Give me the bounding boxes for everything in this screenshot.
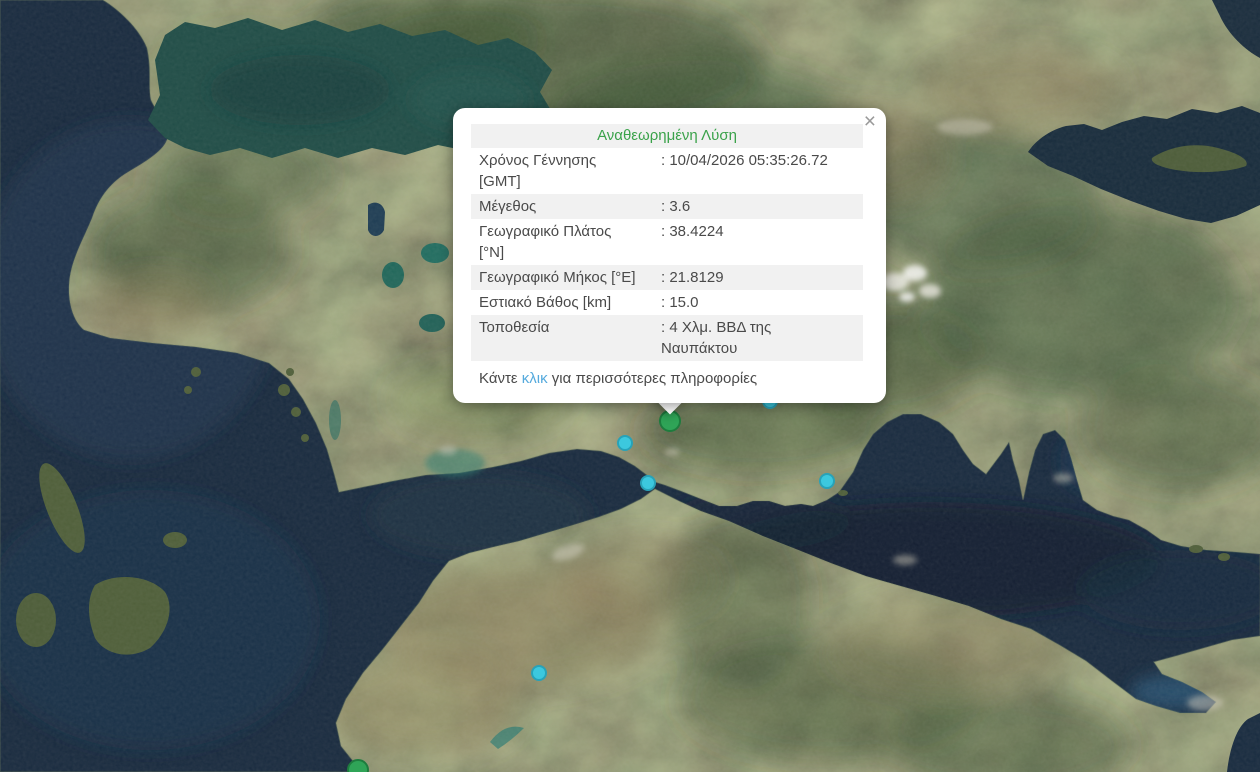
row-label: Μέγεθος: [479, 198, 537, 215]
popup-row-origin-time: Χρόνος Γέννησης [GMT] : 10/04/2026 05:35…: [471, 148, 863, 194]
row-label: Τοποθεσία: [479, 319, 550, 336]
popup-row-longitude: Γεωγραφικό Μήκος [°E] : 21.8129: [471, 265, 863, 290]
popup-footer: Κάντε κλικ για περισσότερες πληροφορίες: [471, 361, 863, 391]
footer-text-prefix: Κάντε: [479, 370, 522, 387]
more-info-link[interactable]: κλικ: [522, 370, 548, 387]
earthquake-info-popup: × Αναθεωρημένη Λύση Χρόνος Γέννησης [GMT…: [453, 108, 886, 403]
earthquake-marker[interactable]: [640, 475, 656, 491]
row-value: : 21.8129: [661, 269, 724, 286]
row-label: Εστιακό Βάθος [km]: [479, 294, 612, 311]
earthquake-marker[interactable]: [819, 473, 835, 489]
row-value: : 4 Χλμ. ΒΒΔ της Ναυπάκτου: [661, 319, 772, 357]
popup-close-button[interactable]: ×: [864, 111, 876, 132]
popup-row-magnitude: Μέγεθος : 3.6: [471, 194, 863, 219]
row-value: : 38.4224: [661, 223, 724, 240]
footer-text-suffix: για περισσότερες πληροφορίες: [547, 370, 758, 387]
row-value: : 15.0: [661, 294, 699, 311]
row-label: Γεωγραφικό Πλάτος [°N]: [479, 223, 612, 261]
popup-title: Αναθεωρημένη Λύση: [471, 124, 863, 148]
popup-row-location: Τοποθεσία : 4 Χλμ. ΒΒΔ της Ναυπάκτου: [471, 315, 863, 361]
row-value: : 3.6: [661, 198, 691, 215]
row-label: Χρόνος Γέννησης [GMT]: [479, 152, 597, 190]
row-value: : 10/04/2026 05:35:26.72: [661, 152, 828, 169]
popup-row-latitude: Γεωγραφικό Πλάτος [°N] : 38.4224: [471, 219, 863, 265]
row-label: Γεωγραφικό Μήκος [°E]: [479, 269, 636, 286]
earthquake-marker[interactable]: [531, 665, 547, 681]
popup-row-depth: Εστιακό Βάθος [km] : 15.0: [471, 290, 863, 315]
earthquake-marker[interactable]: [617, 435, 633, 451]
earthquake-map-app: × Αναθεωρημένη Λύση Χρόνος Γέννησης [GMT…: [0, 0, 1260, 772]
